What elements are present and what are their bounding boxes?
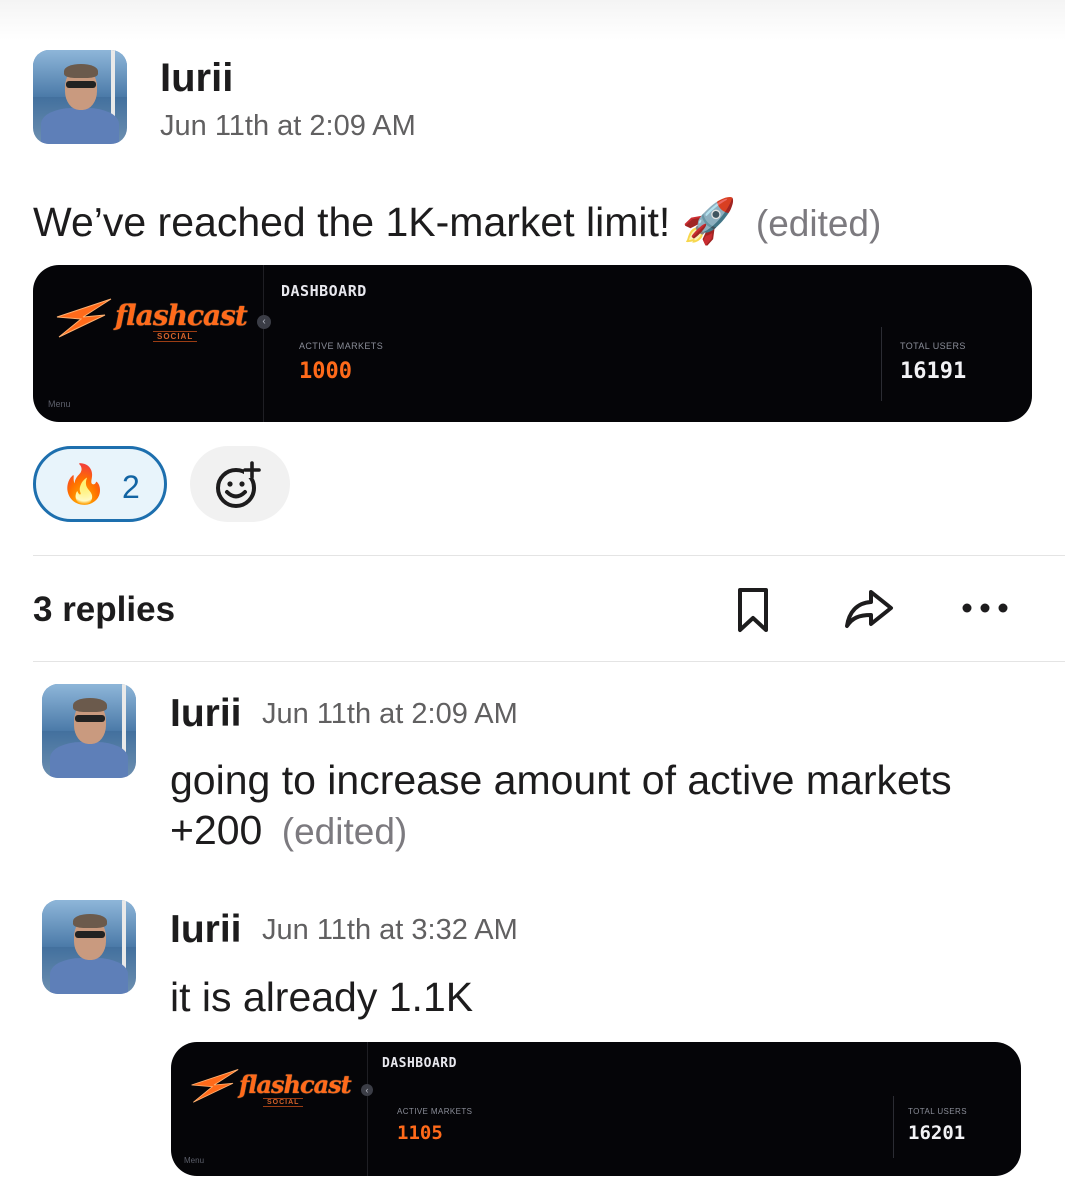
post-author[interactable]: Iurii xyxy=(160,56,233,101)
metric-divider xyxy=(893,1096,894,1158)
total-users-label: TOTAL USERS xyxy=(900,341,966,351)
active-markets-label: ACTIVE MARKETS xyxy=(397,1107,473,1116)
dashboard-logo-sub: SOCIAL xyxy=(153,331,198,342)
avatar[interactable] xyxy=(42,684,136,778)
metric-divider xyxy=(881,327,882,401)
fire-reaction[interactable]: 🔥 2 xyxy=(33,446,167,522)
post-timestamp[interactable]: Jun 11th at 2:09 AM xyxy=(160,110,416,143)
more-icon[interactable] xyxy=(958,600,1012,616)
rocket-emoji: 🚀 xyxy=(681,197,737,246)
reaction-count: 2 xyxy=(122,469,140,505)
dashboard-screenshot[interactable]: flashcast SOCIAL ‹ Menu DASHBOARD ACTIVE… xyxy=(171,1042,1021,1176)
edited-label: (edited) xyxy=(281,811,408,853)
share-icon[interactable] xyxy=(843,588,895,632)
dashboard-menu[interactable]: Menu xyxy=(48,399,71,409)
reply-author[interactable]: Iurii xyxy=(170,908,242,952)
collapse-sidebar-icon[interactable]: ‹ xyxy=(361,1084,373,1096)
add-emoji-icon xyxy=(216,461,261,508)
total-users-value: 16201 xyxy=(908,1122,966,1144)
dashboard-screenshot[interactable]: flashcast SOCIAL ‹ Menu DASHBOARD ACTIVE… xyxy=(33,265,1032,422)
add-reaction-button[interactable] xyxy=(190,446,290,522)
dashboard-logo: flashcast xyxy=(239,1070,352,1099)
total-users-value: 16191 xyxy=(900,359,967,384)
avatar[interactable] xyxy=(33,50,127,144)
collapse-sidebar-icon[interactable]: ‹ xyxy=(257,315,271,329)
reply-text: it is already 1.1K xyxy=(170,974,474,1020)
reply-text-line: +200 xyxy=(170,807,263,854)
total-users-label: TOTAL USERS xyxy=(908,1107,967,1116)
post-text: We’ve reached the 1K-market limit! 🚀 (ed… xyxy=(33,195,881,249)
active-markets-label: ACTIVE MARKETS xyxy=(299,341,384,351)
reply-timestamp[interactable]: Jun 11th at 2:09 AM xyxy=(262,698,518,731)
divider xyxy=(33,661,1065,662)
dashboard-title: DASHBOARD xyxy=(281,282,367,300)
dashboard-title: DASHBOARD xyxy=(382,1056,457,1071)
reply-author[interactable]: Iurii xyxy=(170,692,242,736)
reply-timestamp[interactable]: Jun 11th at 3:32 AM xyxy=(262,914,518,947)
dashboard-logo-sub: SOCIAL xyxy=(263,1098,304,1107)
active-markets-value: 1000 xyxy=(299,359,352,384)
bookmark-icon[interactable] xyxy=(735,586,771,634)
reply-text: going to increase amount of active marke… xyxy=(170,755,952,855)
fire-emoji: 🔥 xyxy=(60,464,108,506)
top-fade xyxy=(0,0,1065,40)
avatar[interactable] xyxy=(42,900,136,994)
post-message: We’ve reached the 1K-market limit! xyxy=(33,199,671,245)
flashcast-bolt-icon xyxy=(191,1069,239,1103)
dashboard-logo: flashcast xyxy=(115,299,248,332)
flashcast-bolt-icon xyxy=(56,298,112,338)
replies-count[interactable]: 3 replies xyxy=(33,590,175,630)
reply-text-line: going to increase amount of active marke… xyxy=(170,757,952,803)
divider xyxy=(33,555,1065,556)
active-markets-value: 1105 xyxy=(397,1122,443,1144)
dashboard-menu[interactable]: Menu xyxy=(184,1156,204,1165)
edited-label: (edited) xyxy=(755,203,882,244)
